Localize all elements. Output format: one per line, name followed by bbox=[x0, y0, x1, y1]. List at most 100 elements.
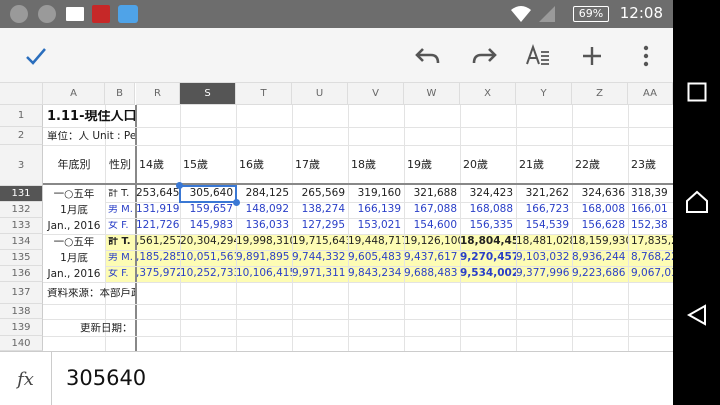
row-header-133[interactable]: 133 bbox=[0, 218, 43, 234]
data-cell[interactable]: 10,051,561 bbox=[180, 251, 236, 263]
column-header-a[interactable]: A bbox=[43, 83, 105, 105]
selection-handle-end[interactable] bbox=[233, 199, 240, 206]
data-cell[interactable]: 9,270,457 bbox=[460, 251, 516, 263]
row-header-138[interactable]: 138 bbox=[0, 304, 43, 319]
home-icon[interactable] bbox=[684, 190, 710, 214]
row-header-139[interactable]: 139 bbox=[0, 319, 43, 336]
age-header-6[interactable]: 20歲 bbox=[463, 159, 516, 170]
sex-header-cell[interactable]: 性別 bbox=[105, 159, 135, 170]
column-header-t[interactable]: T bbox=[236, 83, 292, 105]
data-cell[interactable]: 265,569 bbox=[292, 187, 348, 199]
data-cell[interactable]: 156,628 bbox=[572, 219, 628, 231]
data-cell[interactable]: 318,39 bbox=[628, 187, 673, 199]
age-header-8[interactable]: 22歲 bbox=[575, 159, 628, 170]
age-header-1[interactable]: 15歲 bbox=[183, 159, 236, 170]
data-cell[interactable]: 9,534,002 bbox=[460, 267, 516, 279]
row-header-2[interactable]: 2 bbox=[0, 127, 43, 145]
row-header-3[interactable]: 3 bbox=[0, 145, 43, 186]
data-cell[interactable]: 19,715,643 bbox=[292, 235, 348, 247]
data-cell[interactable]: 18,481,028 bbox=[516, 235, 572, 247]
back-icon[interactable] bbox=[686, 304, 708, 326]
sex-male-2[interactable]: 男 M. bbox=[108, 253, 135, 263]
data-cell[interactable]: 152,38 bbox=[628, 219, 673, 231]
data-cell[interactable]: 17,835,26 bbox=[628, 235, 673, 247]
data-cell[interactable]: 9,891,895 bbox=[236, 251, 292, 263]
confirm-button[interactable] bbox=[16, 36, 56, 76]
data-cell[interactable]: 9,605,483 bbox=[348, 251, 404, 263]
data-cell[interactable]: 148,092 bbox=[236, 203, 292, 215]
data-cell[interactable]: 167,088 bbox=[404, 203, 460, 215]
data-cell[interactable]: 319,160 bbox=[348, 187, 404, 199]
data-cell[interactable]: 9,744,332 bbox=[292, 251, 348, 263]
column-header-b[interactable]: B bbox=[105, 83, 135, 105]
sheet-title-cell[interactable]: 1.11-現住人口 bbox=[47, 110, 135, 123]
data-cell[interactable]: 166,01 bbox=[628, 203, 673, 215]
data-cell[interactable]: 324,423 bbox=[460, 187, 516, 199]
year2-line3[interactable]: Jan., 2016 bbox=[43, 269, 105, 280]
spreadsheet-grid[interactable]: A B R S T U V W X Y Z AA 1 2 3 131 132 1… bbox=[0, 83, 673, 351]
data-cell[interactable]: 321,262 bbox=[516, 187, 572, 199]
data-cell[interactable]: 324,636 bbox=[572, 187, 628, 199]
update-date-label[interactable]: 更新日期： bbox=[80, 323, 136, 334]
age-header-0[interactable]: 14歲 bbox=[139, 159, 180, 170]
data-cell[interactable]: 9,377,996 bbox=[516, 267, 572, 279]
data-cell[interactable]: 168,088 bbox=[460, 203, 516, 215]
data-cell[interactable]: 136,033 bbox=[236, 219, 292, 231]
text-format-button[interactable] bbox=[518, 36, 558, 76]
data-cell[interactable]: 18,159,930 bbox=[572, 235, 628, 247]
row-header-140[interactable]: 140 bbox=[0, 336, 43, 351]
column-header-x[interactable]: X bbox=[460, 83, 516, 105]
data-cell[interactable]: 138,274 bbox=[292, 203, 348, 215]
year1-line1[interactable]: 一○五年 bbox=[43, 189, 105, 200]
column-header-z[interactable]: Z bbox=[572, 83, 628, 105]
data-cell[interactable]: 284,125 bbox=[236, 187, 292, 199]
sex-total-1[interactable]: 計 T. bbox=[108, 189, 135, 199]
recents-icon[interactable] bbox=[687, 82, 707, 102]
data-cell[interactable]: 131,919 bbox=[136, 203, 180, 215]
data-cell[interactable]: ,561,257 bbox=[136, 235, 180, 247]
column-header-y[interactable]: Y bbox=[516, 83, 572, 105]
row-header-1[interactable]: 1 bbox=[0, 105, 43, 127]
data-cell[interactable]: 253,645 bbox=[136, 187, 180, 199]
age-header-5[interactable]: 19歲 bbox=[407, 159, 460, 170]
data-cell[interactable]: 127,295 bbox=[292, 219, 348, 231]
column-header-aa[interactable]: AA bbox=[628, 83, 673, 105]
data-cell[interactable]: 19,126,100 bbox=[404, 235, 460, 247]
selection-handle-start[interactable] bbox=[176, 182, 183, 189]
row-header-135[interactable]: 135 bbox=[0, 250, 43, 266]
add-button[interactable] bbox=[572, 36, 612, 76]
data-cell[interactable]: 19,998,310 bbox=[236, 235, 292, 247]
data-cell[interactable]: 121,726 bbox=[136, 219, 180, 231]
row-header-131[interactable]: 131 bbox=[0, 186, 43, 202]
data-cell[interactable]: 154,539 bbox=[516, 219, 572, 231]
data-cell[interactable]: 154,600 bbox=[404, 219, 460, 231]
data-cell[interactable]: 9,688,483 bbox=[404, 267, 460, 279]
data-cell[interactable]: 9,223,686 bbox=[572, 267, 628, 279]
row-header-132[interactable]: 132 bbox=[0, 202, 43, 218]
year1-line2[interactable]: 1月底 bbox=[43, 205, 105, 216]
data-cell[interactable]: 9,971,311 bbox=[292, 267, 348, 279]
age-header-7[interactable]: 21歲 bbox=[519, 159, 572, 170]
data-cell[interactable]: 166,139 bbox=[348, 203, 404, 215]
data-cell[interactable]: ,375,972 bbox=[136, 267, 180, 279]
redo-button[interactable] bbox=[464, 36, 504, 76]
age-header-3[interactable]: 17歲 bbox=[295, 159, 348, 170]
more-options-button[interactable] bbox=[626, 36, 666, 76]
unit-cell[interactable]: 單位：人 Unit : Per bbox=[47, 131, 135, 142]
data-cell[interactable]: 9,437,617 bbox=[404, 251, 460, 263]
selected-cell-outline[interactable] bbox=[179, 185, 237, 203]
column-header-s[interactable]: S bbox=[180, 83, 236, 105]
data-cell[interactable]: 145,983 bbox=[180, 219, 236, 231]
data-cell[interactable]: 19,448,717 bbox=[348, 235, 404, 247]
data-cell[interactable]: 168,008 bbox=[572, 203, 628, 215]
age-header-9[interactable]: 23歲 bbox=[631, 159, 673, 170]
data-cell[interactable]: 8,768,22 bbox=[628, 251, 673, 263]
sex-total-2[interactable]: 計 T. bbox=[108, 237, 135, 247]
function-icon[interactable]: fx bbox=[0, 352, 52, 405]
year2-line1[interactable]: 一○五年 bbox=[43, 237, 105, 248]
column-header-v[interactable]: V bbox=[348, 83, 404, 105]
data-cell[interactable]: 9,843,234 bbox=[348, 267, 404, 279]
select-all-corner[interactable] bbox=[0, 83, 43, 105]
source-cell[interactable]: 資料來源：本部戶政 bbox=[47, 288, 135, 299]
data-cell[interactable]: 166,723 bbox=[516, 203, 572, 215]
